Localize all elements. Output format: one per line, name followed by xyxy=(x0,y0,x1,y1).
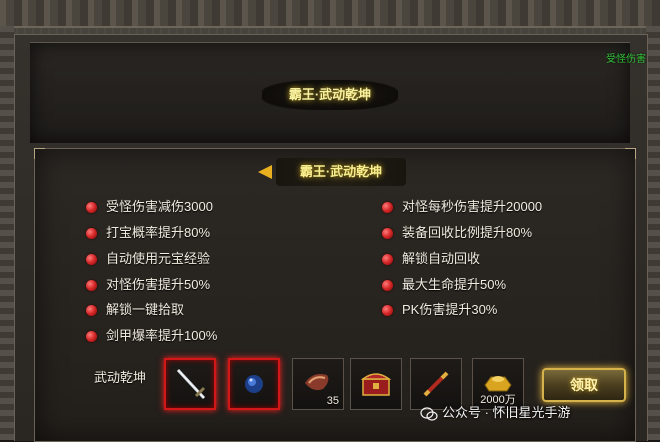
header-title: 霸王·武动乾坤 xyxy=(288,87,372,102)
frame-right-border xyxy=(646,26,660,440)
bullet-icon xyxy=(382,202,393,213)
attribute-item: PK伤害提升30% xyxy=(402,302,498,317)
arrow-left-icon xyxy=(258,165,272,179)
attribute-item: 受怪伤害减伤3000 xyxy=(106,199,213,214)
bullet-icon xyxy=(86,202,97,213)
panel-title: 霸王·武动乾坤 xyxy=(299,164,383,179)
bullet-icon xyxy=(86,305,97,316)
blue-orb-icon xyxy=(245,375,263,393)
item-count: 35 xyxy=(326,395,339,407)
treasure-chest-icon xyxy=(360,373,392,396)
attribute-item: 自动使用元宝经验 xyxy=(106,251,211,266)
watermark-text: 公众号 · 怀旧星光手游 xyxy=(442,405,571,420)
attribute-item: 剑甲爆率提升100% xyxy=(106,328,218,343)
attribute-item: 对怪每秒伤害提升20000 xyxy=(402,199,543,214)
corner-ornament xyxy=(625,148,636,159)
attribute-item: 解锁一键拾取 xyxy=(106,302,185,317)
reward-slot[interactable] xyxy=(350,358,402,410)
status-tag: 受怪伤害 xyxy=(606,54,646,65)
corner-ornament xyxy=(34,148,45,159)
bullet-icon xyxy=(86,228,97,239)
panel-title-banner: 霸王·武动乾坤 xyxy=(258,158,406,186)
wechat-icon xyxy=(420,406,438,421)
attribute-item: 解锁自动回收 xyxy=(402,251,481,266)
attribute-item: 打宝概率提升80% xyxy=(106,225,211,240)
bullet-icon xyxy=(86,280,97,291)
bullet-icon xyxy=(382,254,393,265)
bullet-icon xyxy=(382,305,393,316)
watermark: 公众号 · 怀旧星光手游 xyxy=(420,402,650,424)
rewards-label: 武动乾坤 xyxy=(94,370,147,385)
reward-slot[interactable] xyxy=(164,358,216,410)
reward-slot[interactable] xyxy=(228,358,280,410)
bullet-icon xyxy=(86,331,97,342)
sword-icon xyxy=(176,368,206,400)
attribute-item: 对怪伤害提升50% xyxy=(106,277,211,292)
attribute-item: 最大生命提升50% xyxy=(402,277,507,292)
attribute-item: 装备回收比例提升80% xyxy=(402,225,533,240)
reward-slot[interactable]: 35 xyxy=(292,358,344,410)
claim-button[interactable]: 领取 xyxy=(542,368,626,402)
frame-top-border xyxy=(0,0,660,28)
bullet-icon xyxy=(382,280,393,291)
frame-left-border xyxy=(0,26,14,440)
bullet-icon xyxy=(382,228,393,239)
bullet-icon xyxy=(86,254,97,265)
